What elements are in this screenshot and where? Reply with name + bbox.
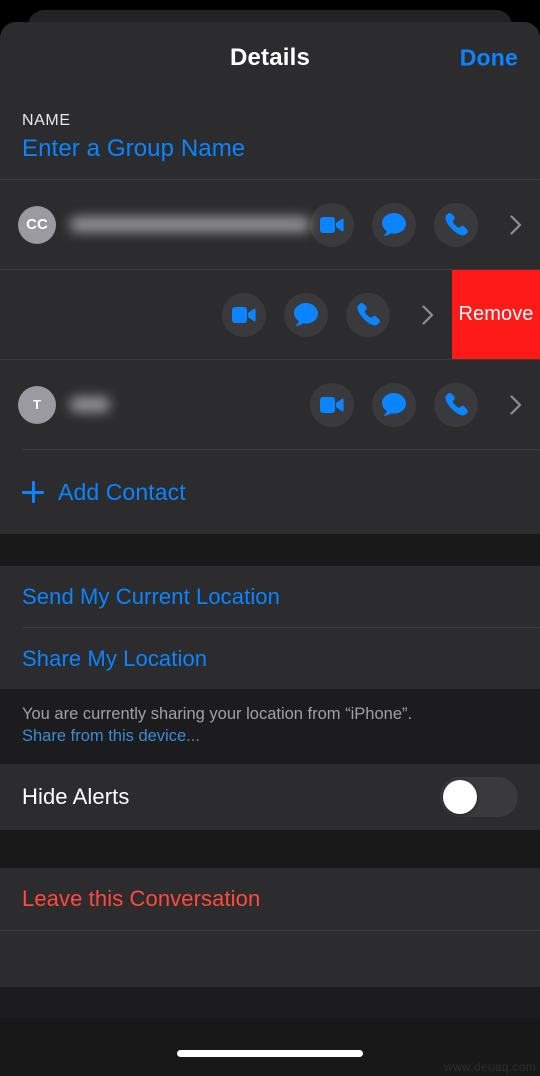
navigation-bar: Details Done <box>0 22 540 94</box>
details-sheet: Details Done NAME Enter a Group Name CC <box>0 22 540 1076</box>
home-indicator[interactable] <box>177 1050 363 1057</box>
video-camera-icon[interactable] <box>222 292 266 337</box>
contact-row[interactable]: Remove <box>0 270 540 359</box>
group-name-field-wrap[interactable]: NAME Enter a Group Name <box>0 94 540 179</box>
video-camera-icon[interactable] <box>310 382 354 427</box>
phone-handset-icon[interactable] <box>434 382 478 427</box>
hide-alerts-toggle[interactable] <box>440 776 518 817</box>
chevron-right-icon[interactable] <box>510 394 522 415</box>
location-footnote: You are currently sharing your location … <box>0 689 540 764</box>
chevron-right-icon[interactable] <box>510 214 522 235</box>
share-my-location-label: Share My Location <box>22 645 208 671</box>
phone-handset-icon[interactable] <box>434 202 478 247</box>
contact-name <box>70 217 310 232</box>
message-bubble-icon[interactable] <box>284 292 328 337</box>
hide-alerts-label: Hide Alerts <box>22 783 130 809</box>
danger-section: Leave this Conversation <box>0 867 540 987</box>
contact-row-content: T <box>0 360 540 449</box>
group-name-input[interactable]: Enter a Group Name <box>22 135 518 163</box>
section-gap <box>0 829 540 868</box>
chevron-right-icon[interactable] <box>422 304 434 325</box>
avatar: T <box>18 385 56 424</box>
add-contact-label: Add Contact <box>58 478 186 505</box>
done-button[interactable]: Done <box>460 45 518 72</box>
page-title: Details <box>229 44 311 71</box>
leave-conversation-label: Leave this Conversation <box>22 885 261 911</box>
send-current-location-button[interactable]: Send My Current Location <box>0 566 540 627</box>
alerts-section: Hide Alerts <box>0 763 540 830</box>
avatar: CC <box>18 205 56 244</box>
message-bubble-icon[interactable] <box>372 382 416 427</box>
section-gap <box>0 534 540 566</box>
location-section: Send My Current Location Share My Locati… <box>0 566 540 689</box>
location-footnote-text: You are currently sharing your location … <box>22 705 413 723</box>
contact-row[interactable]: T <box>0 360 540 449</box>
leave-conversation-button[interactable]: Leave this Conversation <box>0 867 540 930</box>
video-camera-icon[interactable] <box>310 202 354 247</box>
watermark: www.deuaq.com <box>444 1060 536 1074</box>
message-bubble-icon[interactable] <box>372 202 416 247</box>
contact-actions <box>310 382 522 427</box>
toggle-knob <box>443 779 477 814</box>
hide-alerts-row[interactable]: Hide Alerts <box>0 763 540 830</box>
contact-row-content: CC <box>0 180 540 269</box>
contact-actions <box>310 202 522 247</box>
add-contact-button[interactable]: Add Contact <box>0 450 540 534</box>
share-from-this-device-link[interactable]: Share from this device... <box>22 725 518 747</box>
remove-button[interactable]: Remove <box>452 270 540 359</box>
contact-name <box>70 397 110 412</box>
send-current-location-label: Send My Current Location <box>22 583 280 609</box>
plus-icon <box>22 481 44 503</box>
name-label: NAME <box>22 112 71 129</box>
phone-screen: Details Done NAME Enter a Group Name CC <box>0 0 540 1076</box>
phone-handset-icon[interactable] <box>346 292 390 337</box>
empty-row <box>0 930 540 987</box>
contact-row-content <box>0 270 452 359</box>
share-my-location-button[interactable]: Share My Location <box>0 628 540 689</box>
group-name-section: NAME Enter a Group Name CC Remove T Add … <box>0 94 540 534</box>
contact-row[interactable]: CC <box>0 180 540 269</box>
contact-actions <box>222 292 434 337</box>
